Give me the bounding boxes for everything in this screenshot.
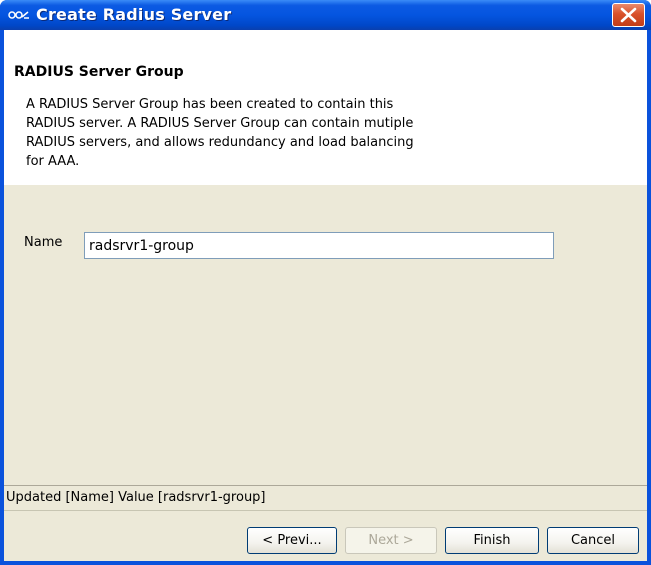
cisco-network-icon: [8, 11, 29, 19]
cancel-button[interactable]: Cancel: [547, 527, 639, 554]
title-bar[interactable]: Create Radius Server: [0, 0, 651, 30]
finish-button[interactable]: Finish: [445, 527, 539, 554]
divider: [4, 510, 647, 511]
name-label: Name: [24, 235, 63, 250]
window-title: Create Radius Server: [36, 5, 232, 24]
previous-button[interactable]: < Previ...: [247, 527, 337, 554]
close-button[interactable]: [612, 3, 645, 27]
name-field[interactable]: [84, 232, 554, 259]
page-description: A RADIUS Server Group has been created t…: [26, 97, 414, 169]
wizard-header: RADIUS Server Group A RADIUS Server Grou…: [4, 30, 647, 185]
dialog-window: Create Radius Server RADIUS Server Group…: [0, 0, 651, 565]
page-title: RADIUS Server Group: [14, 64, 184, 80]
status-bar: Updated [Name] Value [radsrvr1-group]: [4, 485, 647, 509]
next-button[interactable]: Next >: [345, 527, 437, 554]
close-icon: [620, 7, 637, 23]
dialog-content: RADIUS Server Group A RADIUS Server Grou…: [4, 30, 647, 561]
